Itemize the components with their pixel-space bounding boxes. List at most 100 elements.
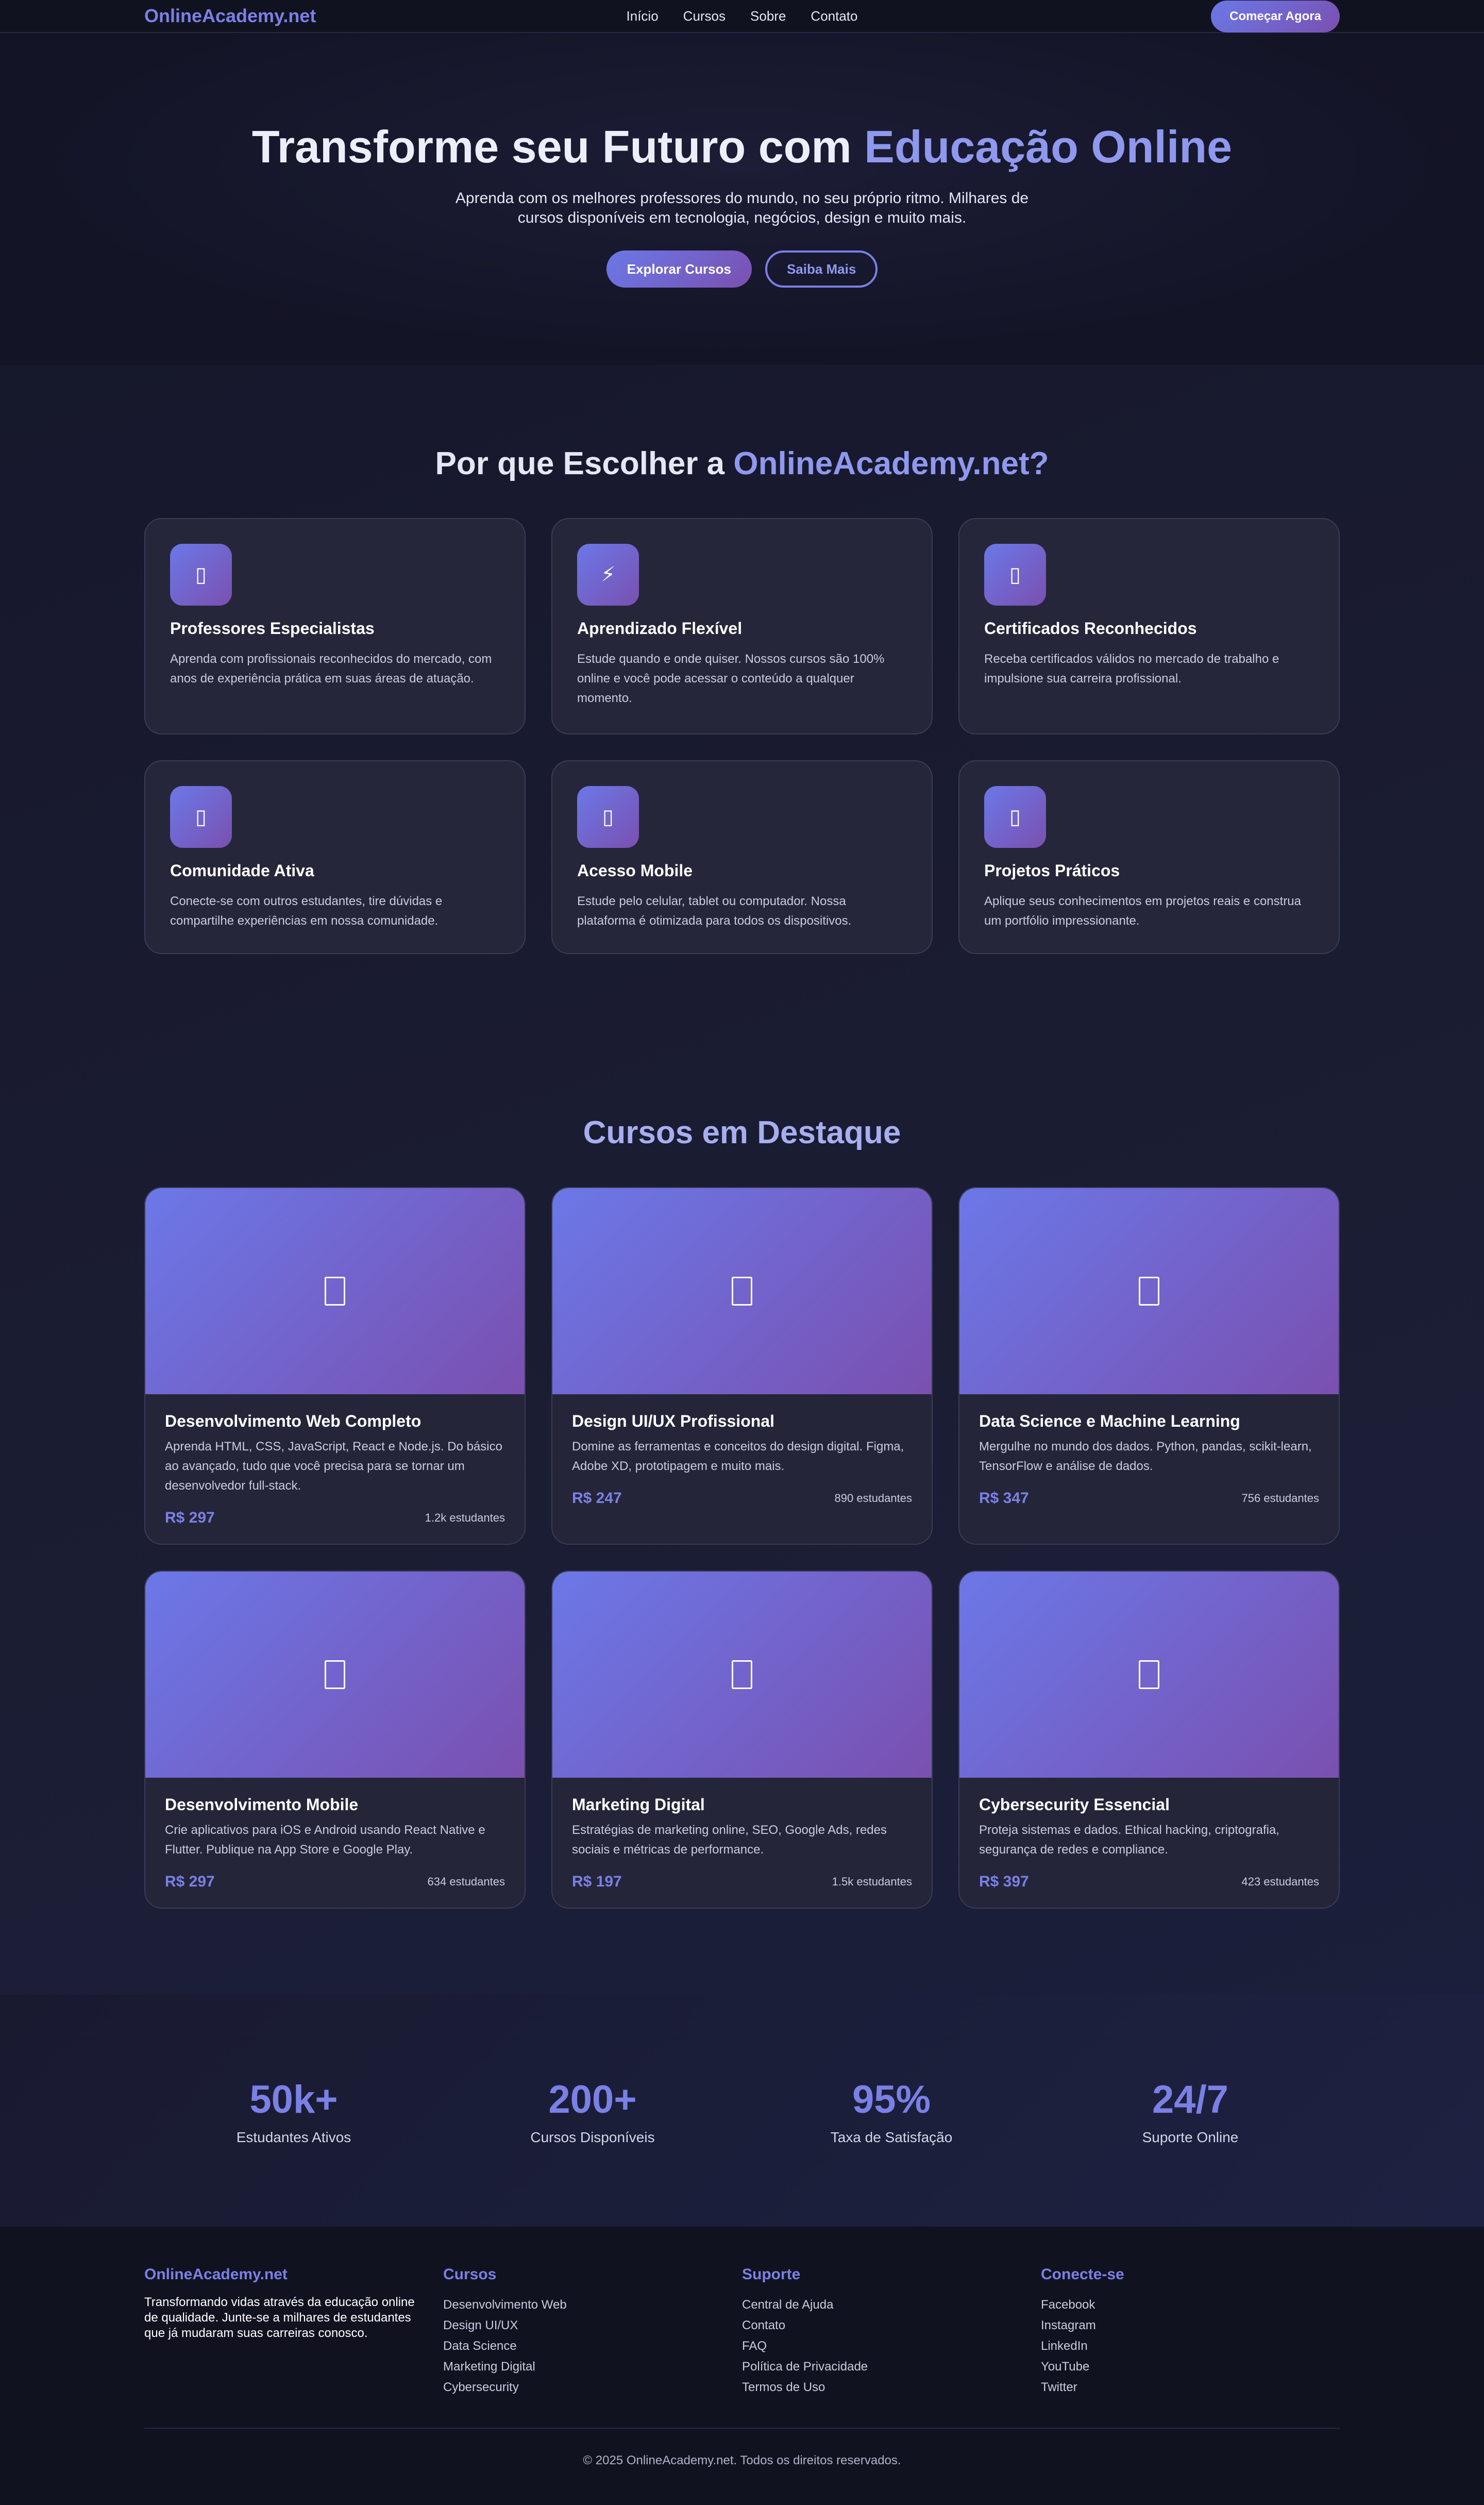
course-students: 756 estudantes xyxy=(1241,1492,1319,1505)
course-desc: Domine as ferramentas e conceitos do des… xyxy=(572,1440,904,1473)
hero-title: Transforme seu Futuro com Educação Onlin… xyxy=(251,121,1233,172)
feature-desc: Aplique seus conhecimentos em projetos r… xyxy=(984,894,1301,928)
footer-link[interactable]: Instagram xyxy=(1041,2315,1340,2336)
footer-link[interactable]: YouTube xyxy=(1041,2357,1340,2377)
feature-title: Comunidade Ativa xyxy=(170,861,314,880)
course-card[interactable]: Data Science e Machine Learning Mergulhe… xyxy=(958,1187,1340,1545)
feature-title: Aprendizado Flexível xyxy=(577,619,743,638)
nav-links: Início Cursos Sobre Contato xyxy=(627,8,858,24)
footer-link[interactable]: Data Science xyxy=(443,2336,742,2357)
course-title: Cybersecurity Essencial xyxy=(979,1795,1170,1814)
course-price: R$ 247 xyxy=(572,1490,622,1507)
footer-link[interactable]: Contato xyxy=(742,2315,1041,2336)
course-card[interactable]: Cybersecurity Essencial Proteja sistemas… xyxy=(958,1571,1340,1909)
footer-about: OnlineAcademy.net Transformando vidas at… xyxy=(144,2266,443,2398)
footer-link[interactable]: Facebook xyxy=(1041,2295,1340,2315)
course-title: Marketing Digital xyxy=(572,1795,705,1814)
footer-link[interactable]: Desenvolvimento Web xyxy=(443,2295,742,2315)
footer-link[interactable]: Termos de Uso xyxy=(742,2377,1041,2398)
course-image-icon xyxy=(325,1660,345,1689)
footer-link[interactable]: Marketing Digital xyxy=(443,2357,742,2377)
course-title: Desenvolvimento Mobile xyxy=(165,1795,359,1814)
learn-more-button[interactable]: Saiba Mais xyxy=(765,250,878,288)
feature-desc: Estude quando e onde quiser. Nossos curs… xyxy=(577,652,885,705)
course-title: Desenvolvimento Web Completo xyxy=(165,1412,421,1430)
course-thumbnail xyxy=(959,1188,1339,1394)
top-navbar: OnlineAcademy.net Início Cursos Sobre Co… xyxy=(0,0,1484,33)
course-card[interactable]: Marketing Digital Estratégias de marketi… xyxy=(551,1571,933,1909)
community-icon: ▯ xyxy=(170,786,232,848)
course-students: 1.5k estudantes xyxy=(832,1875,912,1888)
stat-label: Suporte Online xyxy=(1142,2129,1239,2145)
site-logo[interactable]: OnlineAcademy.net xyxy=(144,5,316,27)
stat-value: 50k+ xyxy=(249,2078,338,2122)
site-footer: OnlineAcademy.net Transformando vidas at… xyxy=(0,2227,1484,2505)
course-desc: Mergulhe no mundo dos dados. Python, pan… xyxy=(979,1440,1312,1473)
stat-item: 200+ Cursos Disponíveis xyxy=(443,2077,742,2146)
footer-column-title: Suporte xyxy=(742,2266,801,2283)
features-title: Por que Escolher a OnlineAcademy.net? xyxy=(435,446,1049,481)
course-desc: Proteja sistemas e dados. Ethical hackin… xyxy=(979,1823,1279,1857)
footer-column-suporte: Suporte Central de Ajuda Contato FAQ Pol… xyxy=(742,2266,1041,2398)
copyright-text: © 2025 OnlineAcademy.net. Todos os direi… xyxy=(583,2453,901,2467)
certificate-icon: ▯ xyxy=(984,544,1046,606)
teacher-icon: ▯ xyxy=(170,544,232,606)
footer-link[interactable]: LinkedIn xyxy=(1041,2336,1340,2357)
course-thumbnail xyxy=(552,1572,932,1778)
hero-section: Transforme seu Futuro com Educação Onlin… xyxy=(0,33,1484,365)
feature-desc: Aprenda com profissionais reconhecidos d… xyxy=(170,652,492,686)
nav-link-sobre[interactable]: Sobre xyxy=(750,8,786,24)
course-thumbnail xyxy=(145,1572,525,1778)
footer-link[interactable]: Central de Ajuda xyxy=(742,2295,1041,2315)
course-card[interactable]: Desenvolvimento Mobile Crie aplicativos … xyxy=(144,1571,526,1909)
nav-link-cursos[interactable]: Cursos xyxy=(683,8,726,24)
mobile-icon: ▯ xyxy=(577,786,639,848)
footer-divider xyxy=(144,2428,1340,2429)
course-image-icon xyxy=(732,1277,752,1306)
course-students: 423 estudantes xyxy=(1241,1875,1319,1888)
stat-item: 50k+ Estudantes Ativos xyxy=(144,2077,443,2146)
nav-link-contato[interactable]: Contato xyxy=(811,8,857,24)
footer-column-title: Cursos xyxy=(443,2266,497,2283)
feature-card: ⚡ Aprendizado Flexível Estude quando e o… xyxy=(551,518,933,734)
footer-link[interactable]: Cybersecurity xyxy=(443,2377,742,2398)
stat-label: Taxa de Satisfação xyxy=(830,2129,953,2145)
nav-link-inicio[interactable]: Início xyxy=(627,8,659,24)
course-desc: Aprenda HTML, CSS, JavaScript, React e N… xyxy=(165,1440,502,1493)
course-students: 1.2k estudantes xyxy=(425,1511,505,1524)
start-now-button[interactable]: Começar Agora xyxy=(1211,1,1340,32)
explore-courses-button[interactable]: Explorar Cursos xyxy=(606,250,752,288)
course-card[interactable]: Design UI/UX Profissional Domine as ferr… xyxy=(551,1187,933,1545)
course-thumbnail xyxy=(145,1188,525,1394)
footer-link[interactable]: Twitter xyxy=(1041,2377,1340,2398)
course-title: Design UI/UX Profissional xyxy=(572,1412,774,1430)
course-card[interactable]: Desenvolvimento Web Completo Aprenda HTM… xyxy=(144,1187,526,1545)
feature-title: Professores Especialistas xyxy=(170,619,375,638)
course-image-icon xyxy=(1139,1660,1159,1689)
stat-label: Cursos Disponíveis xyxy=(530,2129,655,2145)
footer-link[interactable]: Política de Privacidade xyxy=(742,2357,1041,2377)
features-section: Por que Escolher a OnlineAcademy.net? ▯ … xyxy=(0,365,1484,1037)
feature-title: Certificados Reconhecidos xyxy=(984,619,1197,638)
course-price: R$ 347 xyxy=(979,1490,1029,1507)
stat-value: 95% xyxy=(852,2078,931,2122)
course-image-icon xyxy=(732,1660,752,1689)
footer-column-title: Conecte-se xyxy=(1041,2266,1124,2283)
footer-link[interactable]: FAQ xyxy=(742,2336,1041,2357)
stat-label: Estudantes Ativos xyxy=(236,2129,351,2145)
feature-card: ▯ Certificados Reconhecidos Receba certi… xyxy=(958,518,1340,734)
footer-link[interactable]: Design UI/UX xyxy=(443,2315,742,2336)
project-icon: ▯ xyxy=(984,786,1046,848)
hero-subtitle: Aprenda com os melhores professores do m… xyxy=(455,190,1029,226)
stat-item: 95% Taxa de Satisfação xyxy=(742,2077,1041,2146)
course-thumbnail xyxy=(552,1188,932,1394)
course-desc: Crie aplicativos para iOS e Android usan… xyxy=(165,1823,485,1857)
footer-about-text: Transformando vidas através da educação … xyxy=(144,2295,415,2340)
course-image-icon xyxy=(1139,1277,1159,1306)
stat-value: 24/7 xyxy=(1152,2078,1228,2122)
course-image-icon xyxy=(325,1277,345,1306)
course-students: 634 estudantes xyxy=(427,1875,505,1888)
stats-section: 50k+ Estudantes Ativos 200+ Cursos Dispo… xyxy=(0,1995,1484,2227)
feature-desc: Estude pelo celular, tablet ou computado… xyxy=(577,894,852,928)
courses-title: Cursos em Destaque xyxy=(583,1115,901,1150)
